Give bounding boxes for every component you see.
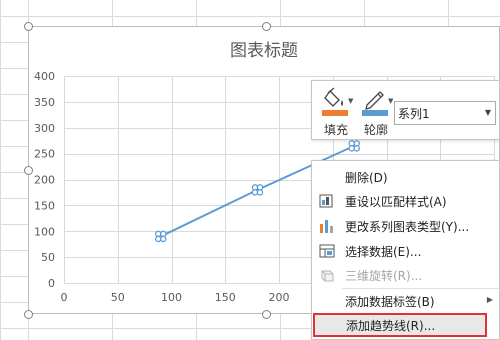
fill-label: 填充 — [323, 123, 348, 137]
chart-title[interactable]: 图表标题 — [28, 36, 500, 61]
y-tick-label: 50 — [41, 251, 55, 264]
mini-toolbar: ▼ 填充 ▼ 轮廓 系列1 ▼ — [311, 80, 500, 140]
y-tick-label: 100 — [34, 225, 55, 238]
fill-dropdown-arrow-icon[interactable]: ▼ — [348, 97, 353, 105]
menu-item-add-trendline[interactable]: 添加趋势线(R)... — [313, 313, 487, 337]
resize-handle-bottom-left[interactable] — [24, 310, 33, 319]
x-tick-label: 0 — [61, 291, 68, 304]
menu-item-label: 删除(D) — [345, 171, 388, 185]
paint-bucket-icon — [322, 87, 348, 116]
x-tick-label: 150 — [215, 291, 236, 304]
resize-handle-top-left[interactable] — [24, 22, 33, 31]
menu-item-label: 更改系列图表类型(Y)... — [345, 220, 470, 234]
series-selector[interactable]: 系列1 ▼ — [394, 101, 496, 125]
x-tick-label: 200 — [269, 291, 290, 304]
data-point-marker[interactable] — [348, 140, 360, 152]
outline-label: 轮廓 — [363, 123, 388, 137]
change-chart-type-icon — [320, 220, 333, 233]
y-tick-label: 200 — [34, 174, 55, 187]
menu-item-label: 三维旋转(R)... — [345, 269, 423, 283]
series-selector-value: 系列1 — [398, 107, 430, 121]
menu-item-3d-rotation: 三维旋转(R)... — [312, 263, 499, 287]
reset-style-icon — [319, 194, 333, 208]
submenu-arrow-icon: ▶ — [486, 295, 493, 304]
outline-button[interactable]: ▼ 轮廓 — [358, 85, 394, 137]
3d-rotation-icon — [321, 270, 334, 282]
chevron-down-icon[interactable]: ▼ — [485, 108, 491, 117]
x-tick-label: 100 — [161, 291, 182, 304]
y-tick-label: 400 — [34, 70, 55, 83]
y-tick-label: 250 — [34, 148, 55, 161]
fill-button[interactable]: ▼ 填充 — [318, 85, 354, 137]
resize-handle-left-middle[interactable] — [24, 166, 33, 175]
pencil-icon — [362, 91, 388, 116]
resize-handle-bottom-middle[interactable] — [262, 310, 271, 319]
menu-item-label: 添加数据标签(B) — [345, 295, 435, 309]
menu-item-label: 重设以匹配样式(A) — [345, 195, 447, 209]
outline-dropdown-arrow-icon[interactable]: ▼ — [388, 97, 393, 105]
menu-item-label: 选择数据(E)... — [345, 245, 422, 259]
y-axis-tick-labels: 0 50 100 150 200 250 300 350 400 — [34, 70, 55, 290]
y-tick-label: 0 — [48, 277, 55, 290]
select-data-icon — [319, 244, 335, 258]
menu-item-label: 添加趋势线(R)... — [346, 319, 436, 333]
y-tick-label: 150 — [34, 199, 55, 212]
y-tick-label: 350 — [34, 96, 55, 109]
y-tick-label: 300 — [34, 122, 55, 135]
menu-item-change-chart-type[interactable]: 更改系列图表类型(Y)... — [312, 214, 499, 238]
x-tick-label: 50 — [111, 291, 125, 304]
resize-handle-top-middle[interactable] — [262, 22, 271, 31]
menu-item-select-data[interactable]: 选择数据(E)... — [312, 239, 499, 263]
menu-item-delete[interactable]: 删除(D) — [312, 165, 499, 189]
menu-item-add-data-labels[interactable]: 添加数据标签(B) ▶ — [312, 289, 499, 313]
menu-item-reset-style[interactable]: 重设以匹配样式(A) — [312, 189, 499, 213]
